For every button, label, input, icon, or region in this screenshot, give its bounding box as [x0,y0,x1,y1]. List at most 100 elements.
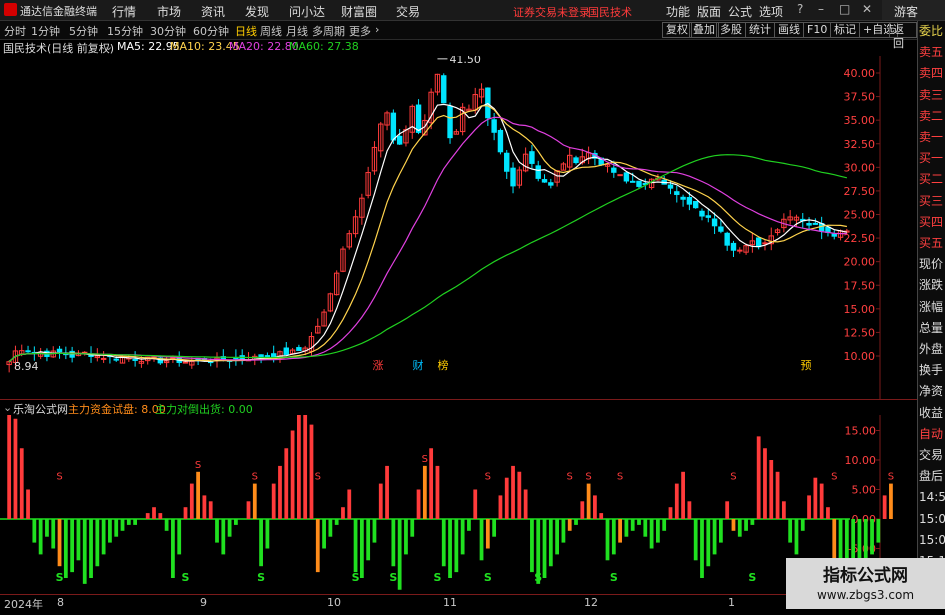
event-tag[interactable]: 财 [413,358,424,372]
period-weekly[interactable]: 周线 [260,23,282,39]
period-daily[interactable]: 日线 [235,23,257,39]
period-1min[interactable]: 1分钟 [31,23,60,39]
period-intraday[interactable]: 分时 [4,23,26,39]
candle-body [529,151,535,164]
date-label: 1 [728,596,735,609]
candle-body [812,222,819,225]
indicator-chart[interactable]: 20.0015.0010.005.000.00-5.00SSSSSSSSSSSS… [0,415,917,594]
overlay-button[interactable]: 叠加 [689,22,719,38]
main-chart-header: 国民技术(日线 前复权) ⌄ MA5: 22.95 MA10: 23.45 MA… [0,40,880,56]
period-5min[interactable]: 5分钟 [69,23,98,39]
period-multi[interactable]: 多周期 [312,23,345,39]
candle-body [674,191,680,195]
signal-down-label: S [389,571,397,584]
event-tag[interactable]: 预 [801,359,812,372]
menu-item-function[interactable]: 功能 [666,3,690,20]
indicator-header: ⌄ 乐淘公式网 主力资金试盘: 8.00 主力对倒出货: 0.00 [0,401,600,416]
f10-button[interactable]: F10 [803,22,832,38]
ma60-line [8,154,848,363]
draw-button[interactable]: 画线 [774,22,804,38]
menu-item-discover[interactable]: 发现 [245,3,269,20]
menu-item-layout[interactable]: 版面 [697,3,721,20]
menu-item-wealth[interactable]: 财富圈 [341,3,377,20]
candle-body [692,201,699,209]
period-60min[interactable]: 60分钟 [193,23,229,39]
price-tick-label: 35.00 [844,114,876,127]
period-15min[interactable]: 15分钟 [107,23,143,39]
side-panel-label: 买四 [919,214,944,229]
ma60-label: MA60: 27.38 [289,40,359,53]
signal-up-label: S [252,472,258,483]
period-30min[interactable]: 30分钟 [150,23,186,39]
app-logo-icon [4,3,17,16]
candle-body [623,172,630,182]
period-more[interactable]: 更多 [349,23,371,39]
side-panel-label: 总量 [919,320,944,335]
candle-body [441,75,447,104]
candle-body [724,232,730,246]
menu-item-market[interactable]: 市场 [157,3,181,20]
close-icon[interactable]: ✕ [862,2,872,16]
candle-body [535,165,541,179]
date-label: 9 [200,596,207,609]
candle-body [686,197,693,205]
candle-body [25,350,31,353]
menu-item-quotes[interactable]: 行情 [112,3,136,20]
menu-item-options[interactable]: 选项 [759,3,783,20]
event-tag[interactable]: 榜 [438,358,449,372]
signal-up-label: S [831,472,837,483]
candle-body [541,179,548,183]
side-panel-label: 卖五 [919,45,944,60]
candle-body [680,196,686,200]
signal-up-label: S [485,472,491,483]
menu-item-formula[interactable]: 公式 [728,3,752,20]
back-button[interactable]: 返回 [889,22,917,50]
menu-item-assistant[interactable]: 问小达 [289,3,325,20]
side-panel-label: 15:00 [919,511,945,526]
price-tick-label: 15.00 [844,303,876,316]
signal-down-label: S [352,571,360,584]
candle-body [510,167,516,187]
candle-body [737,249,743,252]
app-title: 通达信金融终端 [20,5,97,18]
side-panel-label: 换手 [919,363,944,378]
candle-body [497,129,504,153]
chevron-down-icon[interactable]: ⌄ [104,40,113,53]
signal-up-label: S [56,472,62,483]
candle-body [831,233,837,237]
mark-button[interactable]: 标记 [830,22,860,38]
signal-down-label: S [56,571,64,584]
side-panel-label: 收益 [919,405,944,420]
user-box[interactable]: 游客 [882,0,945,20]
signal-down-label: S [534,571,542,584]
menu-item-news[interactable]: 资讯 [201,3,225,20]
event-tag[interactable]: 涨 [373,359,384,372]
maximize-icon[interactable]: □ [839,2,850,16]
help-icon[interactable]: ? [797,2,803,16]
candle-body [573,157,579,164]
candle-body [667,184,674,189]
price-tick-label: 40.00 [844,67,876,80]
period-monthly[interactable]: 月线 [286,23,308,39]
chevron-right-icon[interactable]: › [375,23,379,36]
adjust-button[interactable]: 复权 [662,22,692,38]
signal-down-label: S [182,571,190,584]
login-status[interactable]: 证券交易未登录 [513,4,590,20]
chevron-down-icon[interactable]: ⌄ [3,401,12,414]
signal-up-label: S [195,460,201,471]
minimize-icon[interactable]: – [818,2,824,16]
side-panel-label: 现价 [919,257,944,272]
pane-divider [0,399,917,400]
candle-body [113,358,119,361]
signal-up-label: S [585,472,591,483]
indicator-tick-label: 15.00 [845,425,877,438]
date-label: 10 [327,596,341,609]
candlestick-chart[interactable]: 40.00 37.50 35.00 32.50 30.00 27.50 25.00 22.50… [0,56,917,399]
price-tick-label: 20.00 [844,256,876,269]
side-panel-label: 涨幅 [919,299,944,314]
statistics-button[interactable]: 统计 [745,22,775,38]
menu-item-trade[interactable]: 交易 [396,3,420,20]
candle-body [283,347,289,356]
multi-stock-button[interactable]: 多股 [716,22,746,38]
signal-up-label: S [730,472,736,483]
